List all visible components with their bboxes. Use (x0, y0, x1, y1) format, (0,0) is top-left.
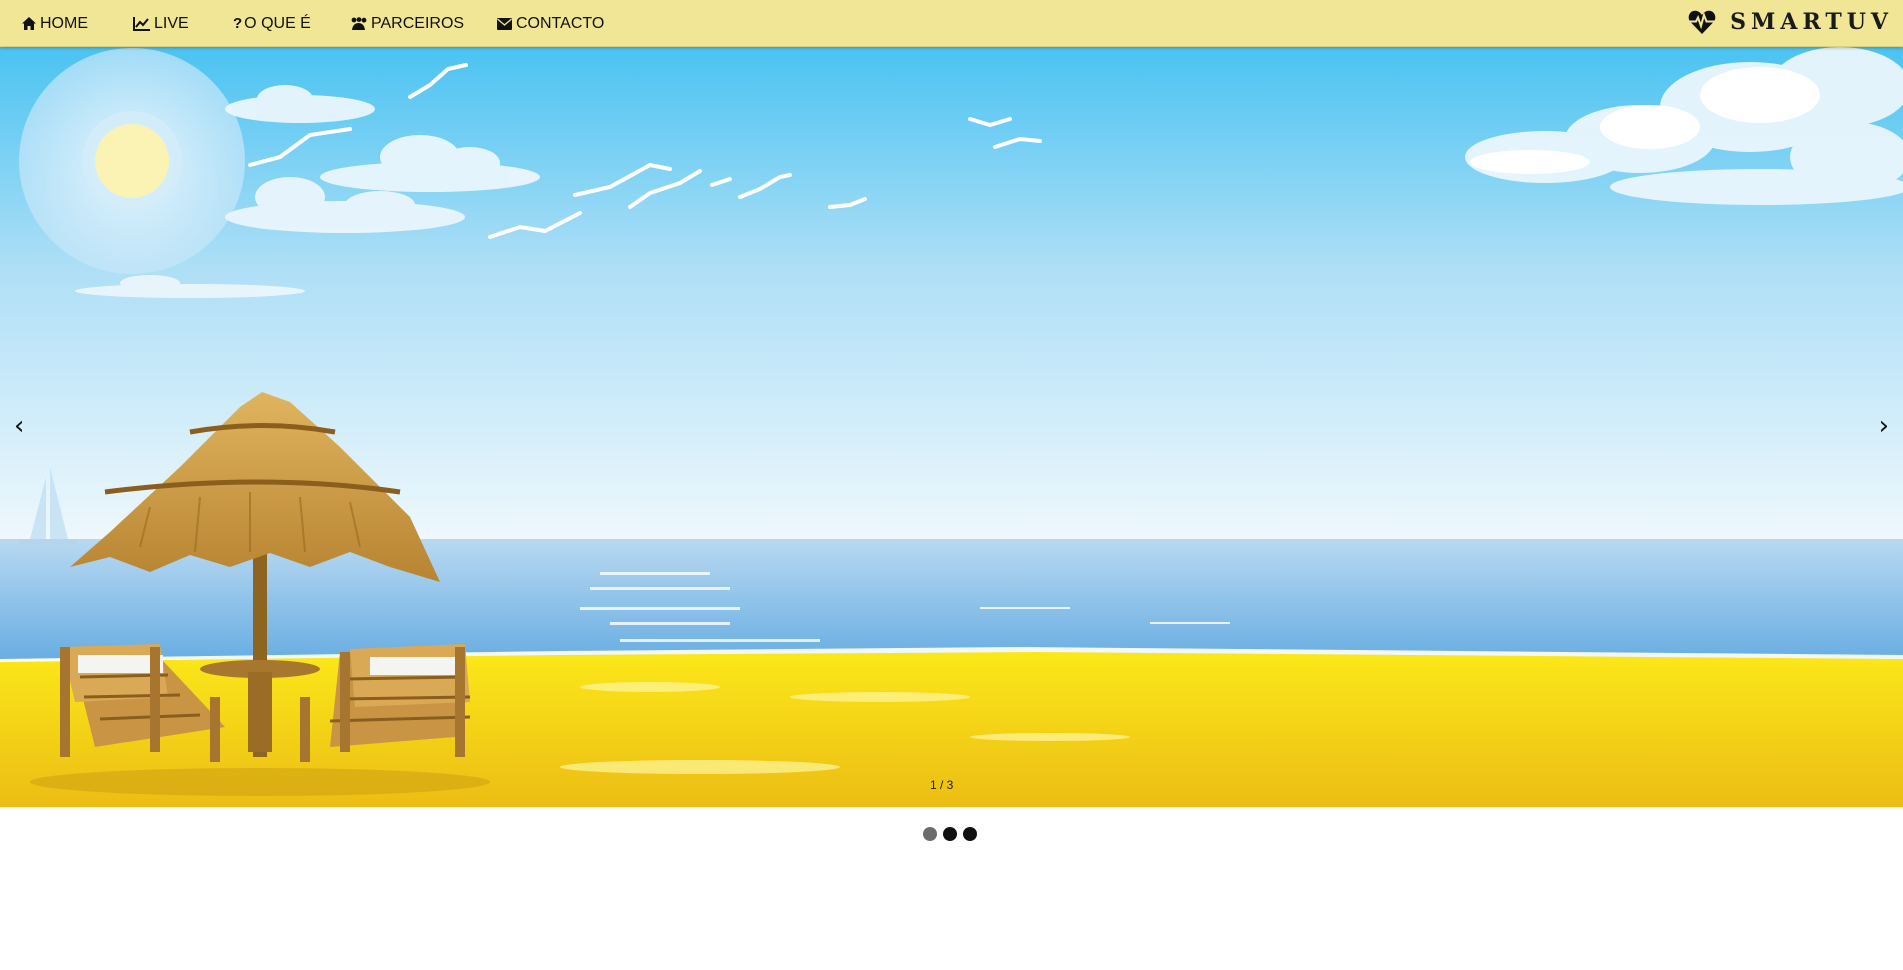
line-chart-icon (133, 16, 150, 31)
question-icon: ? (233, 15, 243, 32)
slideshow: ‹ › 1 / 3 (0, 47, 1903, 807)
nav-o-que-e-link[interactable]: ? O QUE É (233, 0, 311, 47)
brand-logo[interactable]: SMARTUV (1688, 0, 1893, 44)
heartbeat-icon (1688, 10, 1717, 34)
nav-live-link[interactable]: LIVE (133, 0, 189, 47)
slide-dots (923, 827, 977, 841)
slide-dot-3[interactable] (963, 827, 977, 841)
nav-home-link[interactable]: HOME (22, 0, 88, 47)
nav-home-label: HOME (40, 14, 88, 32)
slide-counter: 1 / 3 (930, 778, 954, 792)
envelope-icon (497, 17, 512, 30)
nav-parceiros-label: PARCEIROS (371, 14, 465, 32)
nav-o-que-e-label: O QUE É (244, 14, 311, 32)
slide-dot-2[interactable] (943, 827, 957, 841)
next-slide-button[interactable]: › (1873, 409, 1895, 443)
navbar: HOME LIVE ? O QUE É PARCEIROS CONTACTO S… (0, 0, 1903, 47)
nav-contacto-label: CONTACTO (516, 14, 605, 32)
nav-live-label: LIVE (154, 14, 189, 32)
nav-parceiros-link[interactable]: PARCEIROS (350, 0, 464, 47)
slide-dot-1[interactable] (923, 827, 937, 841)
brand-name: SMARTUV (1730, 9, 1893, 35)
beach-slide-image (0, 47, 1903, 807)
home-icon (22, 17, 36, 30)
paw-icon (351, 16, 367, 30)
nav-contacto-link[interactable]: CONTACTO (497, 0, 604, 47)
prev-slide-button[interactable]: ‹ (8, 409, 30, 443)
